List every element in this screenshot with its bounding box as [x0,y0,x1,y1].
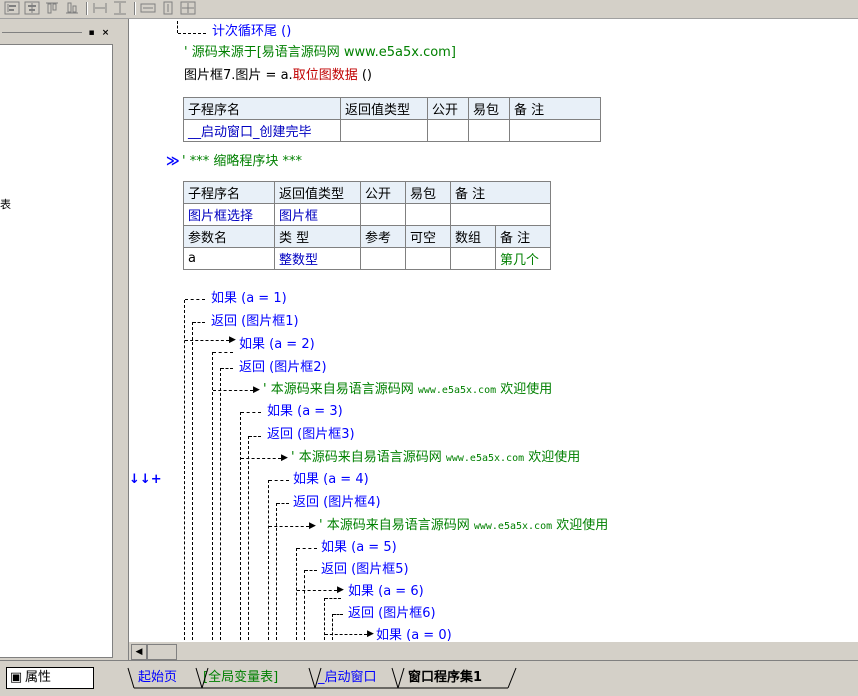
code-return-6[interactable]: 返回 (图片框6) [348,606,436,622]
layout-toolbar [0,0,858,19]
table-header: 备 注 [450,181,551,204]
table-cell[interactable] [427,119,469,142]
code-comment-source[interactable]: ' 源码来源于[易语言源码网 www.e5a5x.com] [184,45,456,61]
param-name-cell[interactable]: a [183,247,275,270]
table-header: 可空 [405,225,451,248]
table-cell[interactable] [468,119,510,142]
code-operator: = [261,68,281,83]
table-cell[interactable] [509,119,601,142]
code-if-6[interactable]: 如果 (a = 6) [348,584,424,600]
code-if-1[interactable]: 如果 (a = 1) [211,291,287,307]
align-top-icon[interactable] [44,1,60,15]
breakpoint-marker-icon[interactable]: ↓↓+ [129,472,162,488]
properties-tab[interactable]: ▣ 属性 [6,667,94,689]
code-line-loop-end[interactable]: 计次循环尾 () [212,24,291,40]
scroll-left-arrow-icon[interactable]: ◀ [131,644,147,660]
properties-tab-label: 属性 [25,670,52,685]
code-comment-welcome-3[interactable]: ' 本源码来自易语言源码网 www.e5a5x.com 欢迎使用 [319,518,608,535]
table-cell[interactable] [450,247,496,270]
subroutine-table-picturebox-select: 子程序名 返回值类型 公开 易包 备 注 图片框选择 图片框 参数名 类 型 参… [183,181,551,270]
code-if-4[interactable]: 如果 (a = 4) [293,472,369,488]
property-panel-titlebar: ▪ × [0,27,118,39]
table-cell[interactable] [360,203,406,226]
table-cell[interactable] [360,247,406,270]
table-header: 返回值类型 [340,97,428,120]
align-bottom-icon[interactable] [64,1,80,15]
panel-close-button[interactable]: × [100,28,111,38]
code-collapsed-block[interactable]: ' *** 缩略程序块 *** [182,154,302,170]
table-cell[interactable] [450,203,551,226]
code-return-5[interactable]: 返回 (图片框5) [321,562,409,578]
table-header: 公开 [360,181,406,204]
code-return-3[interactable]: 返回 (图片框3) [267,427,355,443]
code-comment-welcome-1[interactable]: ' 本源码来自易语言源码网 www.e5a5x.com 欢迎使用 [263,382,552,399]
table-cell[interactable] [405,247,451,270]
code-if-2[interactable]: 如果 (a = 2) [239,337,315,353]
collapse-toggle-icon[interactable]: ≫ [166,154,180,170]
code-return-2[interactable]: 返回 (图片框2) [239,360,327,376]
scrollbar-thumb[interactable] [147,644,177,660]
param-remark-cell[interactable]: 第几个 [495,247,551,270]
code-return-4[interactable]: 返回 (图片框4) [293,495,381,511]
tab-separators [127,667,517,689]
spacing-horizontal-icon[interactable] [92,1,108,15]
code-if-3[interactable]: 如果 (a = 3) [267,404,343,420]
table-header: 数组 [450,225,496,248]
code-if-5[interactable]: 如果 (a = 5) [321,540,397,556]
editor-horizontal-scrollbar[interactable] [129,642,858,660]
code-object: 图片框7.图片 [184,68,262,83]
code-line-assign[interactable]: 图片框7.图片 = a.取位图数据 () [184,68,372,84]
code-var: a. [280,68,293,83]
table-header: 子程序名 [183,97,341,120]
panel-minimize-button[interactable]: ▪ [86,28,97,38]
subroutine-table-startup: 子程序名 返回值类型 公开 易包 备 注 __启动窗口_创建完毕 [183,97,601,142]
code-function: 取位图数据 [292,68,358,83]
table-header: 易包 [405,181,451,204]
table-header: 备 注 [509,97,601,120]
table-header: 易包 [468,97,510,120]
same-width-icon[interactable] [140,1,156,15]
param-type-cell[interactable]: 整数型 [274,247,361,270]
table-header: 参数名 [183,225,275,248]
table-header: 参考 [360,225,406,248]
return-type-cell[interactable]: 图片框 [274,203,361,226]
align-center-icon[interactable] [24,1,40,15]
table-cell[interactable] [405,203,451,226]
align-left-icon[interactable] [4,1,20,15]
table-cell[interactable] [340,119,428,142]
table-header: 返回值类型 [274,181,361,204]
code-comment-welcome-2[interactable]: ' 本源码来自易语言源码网 www.e5a5x.com 欢迎使用 [291,450,580,467]
property-list[interactable] [0,44,113,658]
table-header: 备 注 [495,225,551,248]
code-return-1[interactable]: 返回 (图片框1) [211,314,299,330]
table-header: 类 型 [274,225,361,248]
subroutine-name-cell[interactable]: 图片框选择 [183,203,275,226]
same-height-icon[interactable] [160,1,176,15]
property-panel-scrollbar[interactable] [116,44,122,656]
same-size-icon[interactable] [180,1,196,15]
subroutine-name-cell[interactable]: __启动窗口_创建完毕 [183,119,341,142]
table-header: 公开 [427,97,469,120]
spacing-vertical-icon[interactable] [112,1,128,15]
property-list-text: 表 [0,198,11,211]
properties-icon: ▣ [9,670,23,685]
code-paren: () [357,68,372,83]
table-header: 子程序名 [183,181,275,204]
